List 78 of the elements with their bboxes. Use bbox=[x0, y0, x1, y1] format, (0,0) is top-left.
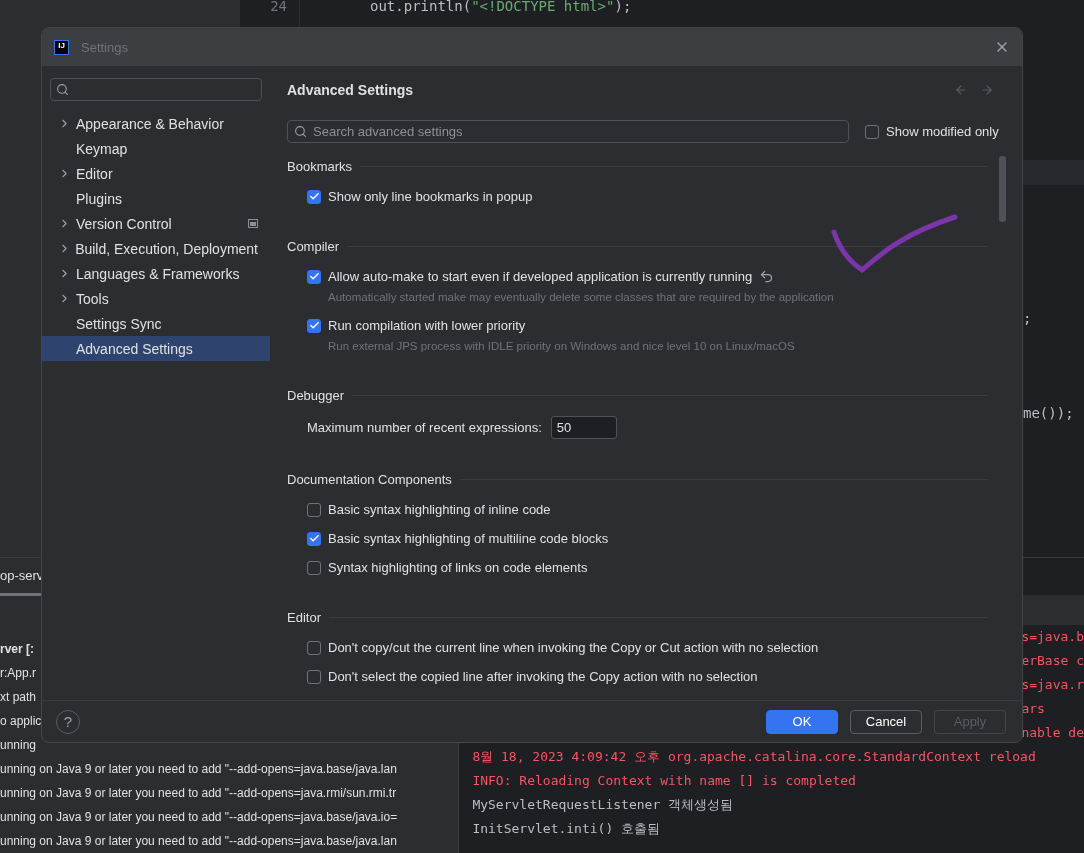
checkmark-icon bbox=[308, 320, 320, 331]
checkbox-label: Allow auto-make to start even if developed application is currently running bbox=[328, 269, 753, 284]
page-title: Advanced Settings bbox=[287, 82, 415, 98]
log-line: unning bbox=[0, 738, 37, 752]
checkmark-icon bbox=[308, 271, 320, 282]
back-arrow-icon[interactable] bbox=[954, 83, 968, 97]
sidebar-item[interactable]: Keymap bbox=[42, 136, 270, 161]
sidebar-item[interactable]: Version Control bbox=[42, 211, 270, 236]
checkbox-label: Syntax highlighting of links on code elements bbox=[328, 560, 588, 575]
sidebar-item[interactable]: Appearance & Behavior bbox=[42, 111, 270, 136]
checkbox-label: Basic syntax highlighting of multiline code blocks bbox=[328, 531, 609, 546]
log-line: unning on Java 9 or later you need to add "--add-opens=java.base/java.lan bbox=[0, 762, 397, 776]
console-line: s=java.r bbox=[1021, 676, 1084, 694]
section-title: Bookmarks bbox=[287, 158, 353, 174]
code-line: ; bbox=[1023, 309, 1032, 328]
log-line: unning on Java 9 or later you need to add "--add-opens=java.base/java.lan bbox=[0, 834, 397, 848]
window-title: Settings bbox=[81, 39, 129, 55]
log-line: o applic bbox=[0, 714, 42, 728]
dialog-button[interactable]: Cancel bbox=[850, 709, 922, 734]
console-line: MyServletRequestListener 객체생성됨 bbox=[472, 796, 734, 814]
sidebar-item[interactable]: Build, Execution, Deployment bbox=[42, 236, 270, 261]
checkbox[interactable] bbox=[307, 669, 321, 684]
setting-description: Automatically started make may eventually delete some classes that are required by the application bbox=[328, 290, 834, 305]
search-field[interactable]: Search advanced settings bbox=[287, 120, 849, 143]
code-line: me()); bbox=[1023, 404, 1074, 423]
checkbox-label: Run compilation with lower priority bbox=[328, 318, 526, 333]
search-input[interactable]: Search advanced settings bbox=[311, 123, 848, 140]
checkmark-icon bbox=[308, 533, 320, 544]
console-line: nable de bbox=[1021, 724, 1084, 742]
console-line: erBase c bbox=[1021, 652, 1084, 670]
checkbox-label: Don't select the copied line after invoking the Copy action with no selection bbox=[328, 669, 758, 684]
checkbox[interactable] bbox=[865, 124, 879, 139]
checkbox[interactable] bbox=[307, 189, 321, 204]
sidebar-item[interactable]: Languages & Frameworks bbox=[42, 261, 270, 286]
undo-icon[interactable] bbox=[759, 269, 775, 284]
line-number: 24 bbox=[270, 0, 287, 16]
checkbox[interactable] bbox=[307, 318, 321, 333]
section-title: Editor bbox=[287, 609, 321, 625]
sidebar-item[interactable]: Tools bbox=[42, 286, 270, 311]
console-line: INFO: Reloading Context with name [] is completed bbox=[472, 772, 856, 790]
console-line: 8월 18, 2023 4:09:42 오후 org.apache.catalina.core.StandardContext reload bbox=[472, 748, 1036, 766]
section-title: Debugger bbox=[287, 387, 345, 403]
checkmark-icon bbox=[308, 191, 320, 202]
dialog-button[interactable]: OK bbox=[766, 709, 838, 734]
sidebar-item[interactable]: Plugins bbox=[42, 186, 270, 211]
section-title: Documentation Components bbox=[287, 471, 452, 487]
checkbox-label: Basic syntax highlighting of inline code bbox=[328, 502, 551, 517]
checkbox[interactable] bbox=[307, 531, 321, 546]
app-logo: IJ bbox=[54, 39, 69, 55]
log-line: unning on Java 9 or later you need to add "--add-opens=java.rmi/sun.rmi.tr bbox=[0, 786, 397, 800]
checkbox[interactable] bbox=[307, 502, 321, 517]
setting-label: Maximum number of recent expressions: bbox=[307, 420, 542, 435]
project-icon bbox=[248, 219, 258, 228]
console-line: InitServlet.inti() 호출됨 bbox=[472, 820, 661, 838]
code-line: out.println("<!DOCTYPE html>"); bbox=[370, 0, 632, 16]
setting-description: Run external JPS process with IDLE priority on Windows and nice level 10 on Linux/macOS bbox=[328, 339, 795, 354]
section-title: Compiler bbox=[287, 238, 339, 254]
console-line: ars bbox=[1021, 700, 1045, 718]
log-line: xt path bbox=[0, 690, 37, 704]
checkbox-label: Show only line bookmarks in popup bbox=[328, 189, 533, 204]
log-line: r:App.r bbox=[0, 666, 36, 680]
checkbox[interactable] bbox=[307, 560, 321, 575]
console-line: s=java.b bbox=[1021, 628, 1084, 646]
sidebar-item[interactable]: Advanced Settings bbox=[42, 336, 270, 361]
forward-arrow-icon[interactable] bbox=[980, 83, 994, 97]
sidebar-item[interactable]: Settings Sync bbox=[42, 311, 270, 336]
checkbox[interactable] bbox=[307, 269, 321, 284]
sidebar-item[interactable]: Editor bbox=[42, 161, 270, 186]
search-icon bbox=[294, 125, 307, 138]
scrollbar-thumb[interactable] bbox=[999, 156, 1006, 222]
checkbox[interactable] bbox=[307, 640, 321, 655]
checkbox-label: Don't copy/cut the current line when invoking the Copy or Cut action with no selection bbox=[328, 640, 819, 655]
search-icon bbox=[56, 83, 69, 96]
log-line: unning on Java 9 or later you need to add "--add-opens=java.base/java.io= bbox=[0, 810, 398, 824]
search-field[interactable] bbox=[50, 78, 262, 101]
log-line: rver [: bbox=[0, 642, 34, 656]
number-field[interactable]: 50 bbox=[550, 416, 617, 439]
checkbox-label: Show modified only bbox=[886, 124, 999, 139]
